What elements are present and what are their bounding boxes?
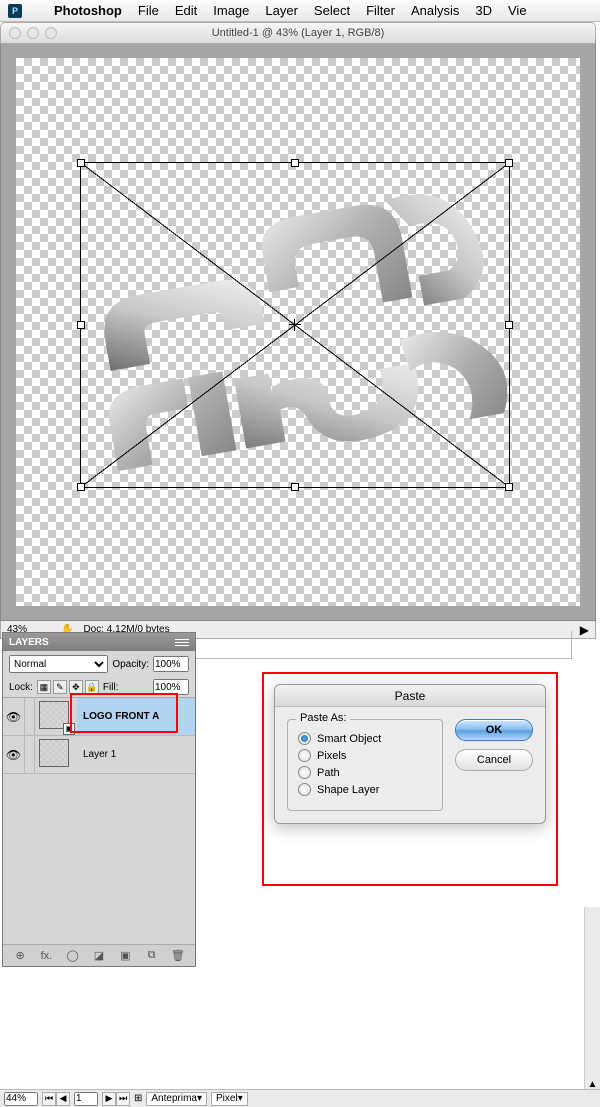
transform-center-icon[interactable] — [289, 319, 301, 331]
zoom-input[interactable] — [4, 1092, 38, 1106]
dialog-title: Paste — [275, 685, 545, 707]
layer-mask-icon[interactable]: ◯ — [64, 949, 82, 962]
opacity-label: Opacity: — [112, 659, 149, 670]
free-transform-box[interactable] — [80, 162, 510, 488]
zoom-icon[interactable] — [45, 27, 57, 39]
fieldset-legend: Paste As: — [296, 712, 350, 724]
layer-row[interactable]: 👁 Layer 1 — [3, 736, 195, 774]
menu-view-truncated[interactable]: Vie — [508, 3, 527, 18]
radio-icon[interactable] — [298, 732, 311, 745]
radio-smart-object[interactable]: Smart Object — [298, 732, 432, 745]
menu-layer[interactable]: Layer — [265, 3, 298, 18]
secondary-window-edge — [192, 631, 572, 659]
transform-handle[interactable] — [77, 159, 85, 167]
page-input[interactable] — [74, 1092, 98, 1106]
visibility-eye-icon[interactable]: 👁 — [3, 698, 25, 735]
paste-as-fieldset: Paste As: Smart Object Pixels Path Shape… — [287, 719, 443, 811]
transform-handle[interactable] — [291, 483, 299, 491]
canvas-area[interactable] — [0, 44, 596, 621]
radio-icon[interactable] — [298, 783, 311, 796]
traffic-lights[interactable] — [9, 27, 57, 39]
layer-list: 👁 ▣ LOGO FRONT A 👁 Layer 1 — [3, 698, 195, 944]
lock-label: Lock: — [9, 682, 33, 693]
lock-pixels-icon[interactable]: ✎ — [53, 680, 67, 694]
menu-edit[interactable]: Edit — [175, 3, 197, 18]
ps-app-icon: P — [8, 4, 22, 18]
transform-handle[interactable] — [505, 159, 513, 167]
fill-label: Fill: — [103, 682, 119, 693]
radio-pixels[interactable]: Pixels — [298, 749, 432, 762]
menu-select[interactable]: Select — [314, 3, 350, 18]
panel-header: LAYERS — [3, 633, 195, 651]
radio-icon[interactable] — [298, 749, 311, 762]
preview-dropdown[interactable]: Anteprima ▾ — [146, 1092, 207, 1106]
mac-menubar: P Photoshop File Edit Image Layer Select… — [0, 0, 600, 22]
artboard-icon[interactable]: ⊞ — [134, 1093, 142, 1104]
unit-dropdown[interactable]: Pixel ▾ — [211, 1092, 248, 1106]
menu-3d[interactable]: 3D — [475, 3, 492, 18]
link-cell[interactable] — [25, 736, 35, 773]
transform-handle[interactable] — [505, 483, 513, 491]
radio-shape-layer[interactable]: Shape Layer — [298, 783, 432, 796]
adjustment-layer-icon[interactable]: ◪ — [90, 949, 108, 962]
bottom-statusbar: ⏮ ◀ ▶ ⏭ ⊞ Anteprima ▾ Pixel ▾ — [0, 1089, 600, 1107]
paste-dialog: Paste Paste As: Smart Object Pixels Path — [274, 684, 546, 824]
lock-position-icon[interactable]: ✥ — [69, 680, 83, 694]
transform-handle[interactable] — [77, 321, 85, 329]
last-page-icon[interactable]: ⏭ — [116, 1092, 130, 1106]
cancel-button[interactable]: Cancel — [455, 749, 533, 771]
smart-object-badge-icon: ▣ — [63, 723, 75, 735]
close-icon[interactable] — [9, 27, 21, 39]
canvas[interactable] — [16, 58, 580, 606]
layer-name[interactable]: Layer 1 — [77, 736, 195, 773]
layer-name[interactable]: LOGO FRONT A — [77, 698, 195, 735]
layer-thumbnail[interactable] — [39, 739, 69, 767]
titlebar: Untitled-1 @ 43% (Layer 1, RGB/8) — [0, 22, 596, 44]
lock-all-icon[interactable]: 🔒 — [85, 680, 99, 694]
transform-handle[interactable] — [291, 159, 299, 167]
ok-button[interactable]: OK — [455, 719, 533, 741]
layer-fx-icon[interactable]: fx. — [37, 950, 55, 962]
radio-path[interactable]: Path — [298, 766, 432, 779]
transform-handle[interactable] — [505, 321, 513, 329]
minimize-icon[interactable] — [27, 27, 39, 39]
lock-transparency-icon[interactable]: ▦ — [37, 680, 51, 694]
link-cell[interactable] — [25, 698, 35, 735]
fill-input[interactable] — [153, 679, 189, 695]
link-layers-icon[interactable]: ⊕ — [11, 949, 29, 962]
layers-panel: LAYERS Normal Opacity: Lock: ▦ ✎ ✥ 🔒 Fil… — [2, 632, 196, 967]
menu-image[interactable]: Image — [213, 3, 249, 18]
menu-filter[interactable]: Filter — [366, 3, 395, 18]
new-layer-icon[interactable]: ⧉ — [143, 949, 161, 962]
app-name[interactable]: Photoshop — [54, 3, 122, 18]
first-page-icon[interactable]: ⏮ — [42, 1092, 56, 1106]
opacity-input[interactable] — [153, 656, 189, 672]
panel-footer: ⊕ fx. ◯ ◪ ▣ ⧉ 🗑 — [3, 944, 195, 966]
radio-icon[interactable] — [298, 766, 311, 779]
statusbar-arrow-icon[interactable]: ▶ — [580, 623, 589, 637]
blend-mode-select[interactable]: Normal — [9, 655, 108, 673]
layer-row[interactable]: 👁 ▣ LOGO FRONT A — [3, 698, 195, 736]
document-title: Untitled-1 @ 43% (Layer 1, RGB/8) — [212, 27, 385, 39]
trash-icon[interactable]: 🗑 — [169, 949, 187, 962]
visibility-eye-icon[interactable]: 👁 — [3, 736, 25, 773]
document-window: Untitled-1 @ 43% (Layer 1, RGB/8) — [0, 22, 596, 639]
page-nav: ⏮ ◀ — [42, 1092, 70, 1106]
panel-menu-icon[interactable] — [175, 639, 189, 646]
annotation-red-box: Paste Paste As: Smart Object Pixels Path — [262, 672, 558, 886]
next-page-icon[interactable]: ▶ — [102, 1092, 116, 1106]
prev-page-icon[interactable]: ◀ — [56, 1092, 70, 1106]
transform-handle[interactable] — [77, 483, 85, 491]
menu-analysis[interactable]: Analysis — [411, 3, 459, 18]
vertical-scrollbar[interactable]: ▲ ▼ — [584, 907, 600, 1107]
chevron-down-icon: ▾ — [197, 1093, 202, 1104]
panel-title: LAYERS — [9, 637, 49, 648]
chevron-down-icon: ▾ — [238, 1093, 243, 1104]
new-group-icon[interactable]: ▣ — [116, 949, 134, 962]
menu-file[interactable]: File — [138, 3, 159, 18]
scrollbar-area: ▲ ▼ — [584, 907, 600, 1107]
